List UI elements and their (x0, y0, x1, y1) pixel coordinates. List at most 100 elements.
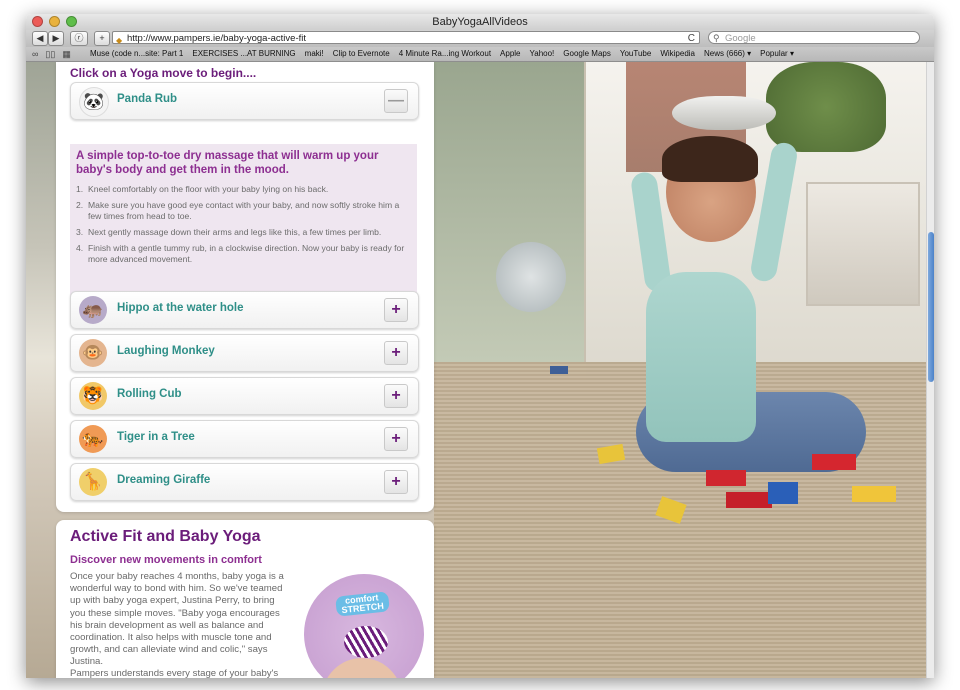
active-fit-section: Active Fit and Baby Yoga Discover new mo… (56, 520, 434, 678)
photo-baby-body (646, 272, 756, 442)
vertical-scrollbar[interactable] (926, 62, 934, 678)
photo-toy-block (706, 470, 746, 486)
tiger-icon: 🐅 (79, 425, 107, 453)
step-number: 3. (76, 227, 84, 237)
close-button[interactable] (32, 16, 43, 27)
yoga-move-monkey[interactable]: 🐵 Laughing Monkey + (70, 334, 419, 372)
photo-flower-pot (496, 242, 566, 312)
forward-button[interactable]: ▶ (48, 31, 64, 46)
reload-icon[interactable]: C (688, 32, 695, 45)
bookmark-item[interactable]: maki! (305, 47, 324, 61)
search-icon: ⚲ (713, 33, 720, 43)
nappy-roll-illustration (344, 626, 388, 658)
photo-window-frame (434, 62, 592, 362)
yoga-move-panda-rub[interactable]: 🐼 Panda Rub — (70, 82, 419, 120)
yoga-panel-heading: Click on a Yoga move to begin.... (70, 66, 257, 80)
title-bar: BabyYogaAllVideos (26, 14, 934, 30)
expand-button[interactable]: + (384, 427, 408, 451)
bookmark-item[interactable]: Muse (code n...site: Part 1 (90, 47, 183, 61)
step-number: 2. (76, 200, 84, 210)
yoga-move-giraffe[interactable]: 🦒 Dreaming Giraffe + (70, 463, 419, 501)
page-content: Click on a Yoga move to begin.... 🐼 Pand… (26, 62, 934, 678)
add-bookmark-button[interactable]: + (94, 31, 110, 46)
bookmark-folder-news[interactable]: News (666) ▾ (704, 47, 751, 61)
yoga-move-label: Laughing Monkey (117, 345, 215, 357)
window-controls (32, 16, 77, 27)
top-sites-grid-icon[interactable]: ▦ (62, 47, 71, 61)
zoom-button[interactable] (66, 16, 77, 27)
yoga-move-label: Dreaming Giraffe (117, 474, 211, 486)
yoga-move-label: Hippo at the water hole (117, 302, 244, 314)
panda-icon: 🐼 (79, 87, 109, 117)
bookmark-item[interactable]: 4 Minute Ra...ing Workout (399, 47, 491, 61)
bookmark-list: Muse (code n...site: Part 1 EXERCISES ..… (90, 47, 794, 61)
step-text: Make sure you have good eye contact with… (88, 200, 400, 221)
browser-window: BabyYogaAllVideos ◀ ▶ ⓡ + ◆ http://www.p… (26, 14, 934, 678)
bookmark-item[interactable]: YouTube (620, 47, 651, 61)
site-favicon-icon: ◆ (116, 36, 123, 45)
bookmarks-book-icon[interactable]: ▯▯ (45, 47, 55, 61)
bookmark-item[interactable]: Apple (500, 47, 520, 61)
move-step: 2. Make sure you have good eye contact wi… (76, 200, 406, 222)
bookmark-folder-popular[interactable]: Popular ▾ (760, 47, 794, 61)
move-step: 3. Next gently massage down their arms an… (76, 227, 406, 238)
step-number: 1. (76, 184, 84, 194)
yoga-move-hippo[interactable]: 🦛 Hippo at the water hole + (70, 291, 419, 329)
photo-plant (766, 62, 886, 152)
move-step: 1. Kneel comfortably on the floor with yo… (76, 184, 406, 195)
comfort-stretch-product-image: comfort STRETCH (304, 574, 424, 678)
bookmark-item[interactable]: Wikipedia (660, 47, 695, 61)
monkey-icon: 🐵 (79, 339, 107, 367)
bookmark-item[interactable]: Yahoo! (530, 47, 555, 61)
browser-toolbar: ◀ ▶ ⓡ + ◆ http://www.pampers.ie/baby-yog… (26, 30, 934, 47)
move-description-title: A simple top-to-toe dry massage that wil… (76, 150, 379, 176)
yoga-move-label: Panda Rub (117, 93, 178, 105)
hippo-icon: 🦛 (79, 296, 107, 324)
step-text: Next gently massage down their arms and … (88, 227, 382, 237)
photo-toy-block (852, 486, 896, 502)
url-text: http://www.pampers.ie/baby-yoga-active-f… (127, 33, 306, 44)
yoga-move-cub[interactable]: 🐯 Rolling Cub + (70, 377, 419, 415)
move-steps-list: 1. Kneel comfortably on the floor with yo… (76, 184, 406, 270)
yoga-moves-panel: Click on a Yoga move to begin.... 🐼 Pand… (56, 62, 434, 512)
scrollbar-thumb[interactable] (928, 232, 934, 382)
expand-button[interactable]: + (384, 298, 408, 322)
address-bar[interactable]: ◆ http://www.pampers.ie/baby-yoga-active… (112, 31, 700, 45)
photo-toy-block (812, 454, 856, 470)
window-title: BabyYogaAllVideos (432, 16, 528, 28)
search-field[interactable]: ⚲ Google (708, 31, 920, 44)
active-fit-subtitle: Discover new movements in comfort (70, 554, 262, 566)
bookmark-item[interactable]: Google Maps (563, 47, 611, 61)
giraffe-icon: 🦒 (79, 468, 107, 496)
bookmark-item[interactable]: Clip to Evernote (333, 47, 390, 61)
search-placeholder: Google (725, 33, 756, 44)
active-fit-paragraph: Once your baby reaches 4 months, baby yo… (70, 571, 284, 668)
step-number: 4. (76, 243, 84, 253)
yoga-move-tiger[interactable]: 🐅 Tiger in a Tree + (70, 420, 419, 458)
move-step: 4. Finish with a gentle tummy rub, in a c… (76, 243, 406, 265)
collapse-button[interactable]: — (384, 89, 408, 113)
panda-rub-description: A simple top-to-toe dry massage that wil… (70, 144, 417, 304)
bookmarks-bar-icons: ∞ ▯▯ ▦ (32, 47, 71, 61)
active-fit-title: Active Fit and Baby Yoga (70, 528, 261, 545)
reading-list-icon[interactable]: ∞ (32, 47, 38, 61)
expand-button[interactable]: + (384, 341, 408, 365)
photo-toy-block (768, 482, 798, 504)
minimize-button[interactable] (49, 16, 60, 27)
back-button[interactable]: ◀ (32, 31, 48, 46)
photo-baby-hair (662, 136, 758, 182)
yoga-move-label: Rolling Cub (117, 388, 182, 400)
comfort-stretch-logo: comfort STRETCH (335, 591, 390, 617)
expand-button[interactable]: + (384, 384, 408, 408)
bookmark-item[interactable]: EXERCISES ...AT BURNING (192, 47, 295, 61)
cub-icon: 🐯 (79, 382, 107, 410)
photo-toy-block (726, 492, 772, 508)
photo-toy-block (550, 366, 568, 374)
hand-illustration (322, 658, 402, 678)
reader-button[interactable]: ⓡ (70, 31, 88, 46)
photo-side-table (806, 182, 920, 306)
step-text: Finish with a gentle tummy rub, in a clo… (88, 243, 405, 264)
active-fit-paragraph: Pampers understands every stage of your … (70, 668, 279, 678)
yoga-move-label: Tiger in a Tree (117, 431, 195, 443)
expand-button[interactable]: + (384, 470, 408, 494)
